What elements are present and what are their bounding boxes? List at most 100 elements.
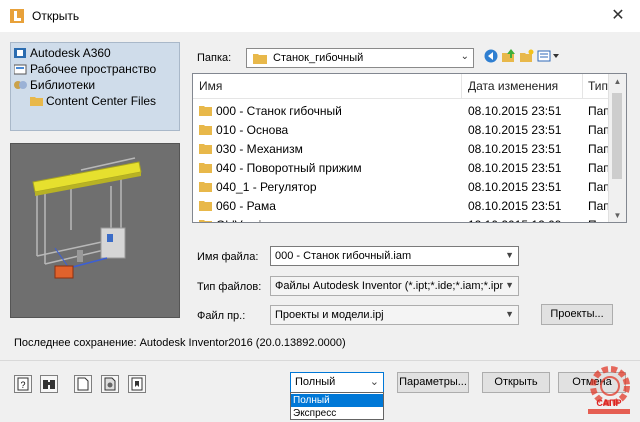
close-icon[interactable]: ✕ [604,4,632,28]
folder-icon [30,97,43,106]
file-list[interactable]: Имя Дата изменения Тип 000 - Станок гибо… [192,73,627,223]
project-label: Файл пр.: [197,310,246,322]
options-icon [104,377,116,391]
file-row[interactable]: OldVersions 12.10.2015 12:09 Пап [193,216,613,222]
options-button[interactable] [101,375,119,393]
file-row[interactable]: 030 - Механизм 08.10.2015 23:51 Пап [193,140,613,159]
mode-dropdown-list: Полный Экспресс [290,392,384,420]
filetype-value: Файлы Autodesk Inventor (*.ipt;*.ide;*.i… [275,280,503,292]
file-name: 000 - Станок гибочный [216,104,342,118]
up-folder-icon[interactable] [501,49,517,65]
folder-icon [253,54,267,64]
file-name: 030 - Механизм [216,142,303,156]
filename-input[interactable]: 000 - Станок гибочный.iam ▼ [270,246,519,266]
interface-icon [131,377,143,391]
location-workspace[interactable]: Рабочее пространство [14,61,156,77]
folder-label: Папка: [197,52,232,64]
location-label: Content Center Files [46,94,157,108]
file-type: Пап [588,180,610,194]
new-folder-icon[interactable] [519,49,535,65]
file-list-header: Имя Дата изменения Тип [193,74,626,99]
divider [0,360,640,361]
location-label: Autodesk A360 [30,46,111,60]
filetype-select[interactable]: Файлы Autodesk Inventor (*.ipt;*.ide;*.i… [270,276,519,296]
file-type: Пап [588,199,610,213]
column-header-name[interactable]: Имя [199,79,222,93]
file-type: Пап [588,104,610,118]
column-header-type[interactable]: Тип [588,79,608,93]
inventor-app-icon [10,9,24,23]
file-date: 12.10.2015 12:09 [468,218,561,222]
workspace-icon [14,64,27,75]
file-name: 060 - Рама [216,199,276,213]
folder-icon [199,144,212,154]
model-preview [10,143,180,318]
file-date: 08.10.2015 23:51 [468,104,562,118]
file-name: 010 - Основа [216,123,289,137]
location-content-center[interactable]: Content Center Files [30,93,156,109]
watermark-text: САПР [596,398,621,408]
file-name: OldVersions [216,218,281,222]
preview-button[interactable] [74,375,92,393]
location-label: Рабочее пространство [30,62,157,76]
file-row[interactable]: 040 - Поворотный прижим 08.10.2015 23:51 П… [193,159,613,178]
folder-select[interactable]: Станок_гибочный ⌄ [246,48,474,68]
filetype-label: Тип файлов: [197,281,262,293]
parameters-button[interactable]: Параметры... [397,372,469,393]
file-row[interactable]: 040_1 - Регулятор 08.10.2015 23:51 Пап [193,178,613,197]
back-icon[interactable] [483,49,499,65]
location-libraries[interactable]: Библиотеки [14,77,95,93]
file-row[interactable]: 000 - Станок гибочный 08.10.2015 23:51 Пап [193,102,613,121]
mode-option-full[interactable]: Полный [291,394,383,407]
folder-icon [199,182,212,192]
folder-icon [199,201,212,211]
svg-text:?: ? [20,380,25,390]
location-label: Библиотеки [30,78,96,92]
project-select[interactable]: Проекты и модели.ipj ▼ [270,305,519,325]
file-row[interactable]: 010 - Основа 08.10.2015 23:51 Пап [193,121,613,140]
mode-select-value: Полный [295,376,336,388]
chevron-down-icon: ⌄ [369,376,379,388]
column-header-date[interactable]: Дата изменения [468,79,558,93]
file-type: Пап [588,123,610,137]
mode-select[interactable]: Полный ⌄ [290,372,384,393]
chevron-down-icon: ▼ [505,280,514,290]
a360-icon [14,48,26,58]
file-type: Пап [588,142,610,156]
chevron-down-icon: ⌄ [460,51,469,62]
vertical-scrollbar[interactable]: ▲ ▼ [608,74,626,222]
scrollbar-thumb[interactable] [612,93,622,179]
locations-pane: Autodesk A360 Рабочее пространство Библи… [10,42,180,131]
chevron-down-icon: ▼ [505,309,514,319]
sapr-watermark-logo: САПР [588,366,630,414]
file-row[interactable]: 060 - Рама 08.10.2015 23:51 Пап [193,197,613,216]
folder-select-value: Станок_гибочный [273,52,364,64]
folder-icon [199,106,212,116]
libraries-icon [14,81,27,89]
find-icon [43,380,55,389]
folder-icon [199,125,212,135]
projects-button[interactable]: Проекты... [541,304,613,325]
file-type: Пап [588,161,610,175]
folder-icon [199,163,212,173]
find-button[interactable] [40,375,58,393]
help-button[interactable]: ? [14,375,32,393]
interface-button[interactable] [128,375,146,393]
mode-option-express[interactable]: Экспресс [291,407,383,420]
window-title: Открыть [32,9,80,23]
project-value: Проекты и модели.ipj [275,309,384,321]
location-a360[interactable]: Autodesk A360 [14,45,111,61]
open-button[interactable]: Открыть [482,372,550,393]
last-saved-status: Последнее сохранение: Autodesk Inventor2… [14,337,346,349]
filename-value: 000 - Станок гибочный.iam [275,250,412,262]
file-date: 08.10.2015 23:51 [468,199,562,213]
help-icon: ? [17,377,29,391]
filename-label: Имя файла: [197,251,259,263]
file-type: Пап [588,218,610,222]
view-menu-icon[interactable] [537,49,561,65]
file-date: 08.10.2015 23:51 [468,142,562,156]
file-date: 08.10.2015 23:51 [468,161,562,175]
scroll-down-icon[interactable]: ▼ [609,208,626,222]
file-name: 040 - Поворотный прижим [216,161,362,175]
scroll-up-icon[interactable]: ▲ [609,74,626,90]
